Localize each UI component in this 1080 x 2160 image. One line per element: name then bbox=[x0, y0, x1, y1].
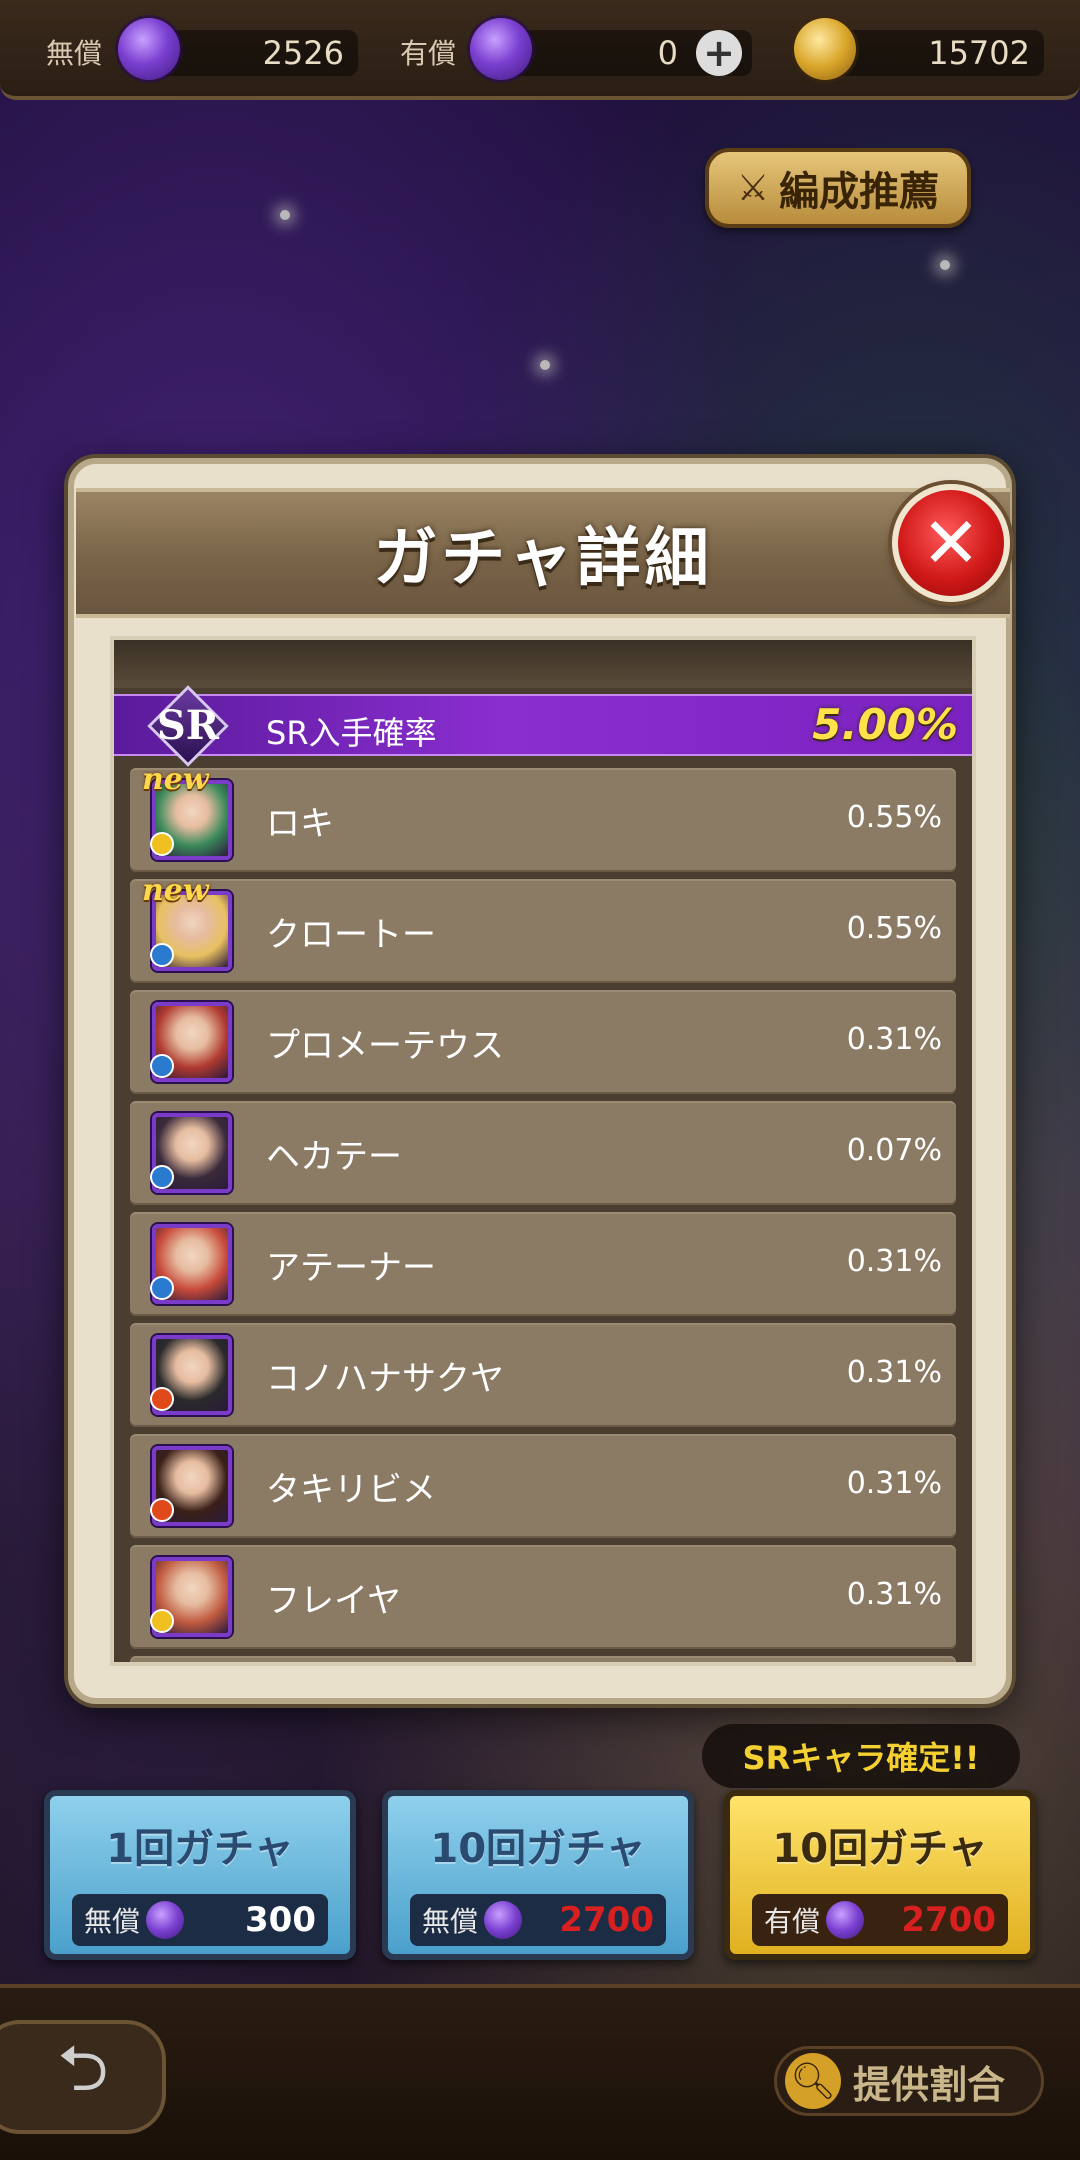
add-gem-plus-icon[interactable]: + bbox=[696, 30, 742, 76]
cost-box: 無償 300 bbox=[72, 1894, 328, 1946]
magnifier-icon: 🔍︎ bbox=[785, 2053, 841, 2109]
element-icon bbox=[150, 1498, 174, 1522]
cost-value: 2700 bbox=[559, 1900, 654, 1940]
character-rate: 0.55% bbox=[846, 800, 942, 835]
cost-value: 300 bbox=[245, 1900, 316, 1940]
character-row[interactable]: コノハナサクヤ 0.31% bbox=[130, 1323, 956, 1427]
gacha-pull-title: 1回ガチャ bbox=[106, 1826, 294, 1872]
character-row[interactable]: アテーナー 0.31% bbox=[130, 1212, 956, 1316]
close-icon: ✕ bbox=[921, 502, 981, 584]
cost-box: 無償 2700 bbox=[410, 1894, 666, 1946]
rate-list-frame[interactable]: SR SR入手確率 5.00% new ロキ 0.55% new クロートー 0.55% プ… bbox=[110, 636, 976, 1666]
gacha-detail-modal: ガチャ詳細 ✕ SR SR入手確率 5.00% new ロキ 0.55% new クロー… bbox=[68, 458, 1012, 1704]
gacha-pull-button[interactable]: 10回ガチャ無償 2700 bbox=[382, 1790, 694, 1960]
character-rate: 0.31% bbox=[846, 1022, 942, 1057]
element-icon bbox=[150, 1387, 174, 1411]
character-row[interactable]: タキリビメ 0.31% bbox=[130, 1434, 956, 1538]
gem-icon bbox=[146, 1901, 185, 1939]
character-row[interactable]: フレイヤ 0.31% bbox=[130, 1545, 956, 1649]
cost-type-label: 有償 bbox=[764, 1905, 821, 1938]
character-row[interactable]: new ロキ 0.55% bbox=[130, 762, 956, 872]
paid-gem-icon bbox=[470, 18, 532, 80]
gem-icon bbox=[826, 1901, 865, 1939]
character-rate: 0.31% bbox=[846, 1355, 942, 1390]
sr-guaranteed-badge: SRキャラ確定!! bbox=[702, 1724, 1020, 1788]
cost-type-label: 無償 bbox=[84, 1905, 141, 1938]
element-icon bbox=[150, 1054, 174, 1078]
element-icon bbox=[150, 1609, 174, 1633]
sr-rate-banner: SR SR入手確率 5.00% bbox=[114, 685, 972, 767]
rates-button-label: 提供割合 bbox=[853, 2062, 1006, 2107]
character-name: プロメーテウス bbox=[266, 1026, 504, 1066]
cost-box: 有償 2700 bbox=[752, 1894, 1008, 1946]
back-arrow-icon: ⮌ bbox=[57, 2032, 109, 2106]
formation-recommend-button[interactable]: ⚔ 編成推薦 bbox=[705, 148, 971, 228]
coin-icon bbox=[794, 18, 856, 80]
new-badge: new bbox=[142, 873, 209, 908]
formation-recommend-label: 編成推薦 bbox=[779, 169, 940, 215]
character-row[interactable]: new クロートー 0.55% bbox=[130, 873, 956, 983]
gacha-pull-title: 10回ガチャ bbox=[772, 1826, 988, 1872]
currency-bar: 無償 2526 有償 0 + 15702 bbox=[0, 0, 1080, 100]
gacha-pull-title: 10回ガチャ bbox=[430, 1826, 646, 1872]
element-icon bbox=[150, 1276, 174, 1300]
character-row[interactable]: プロメーテウス 0.31% bbox=[130, 990, 956, 1094]
crossed-swords-icon: ⚔ bbox=[736, 167, 770, 209]
sr-rate-value: 5.00% bbox=[812, 700, 958, 749]
character-row-partial[interactable] bbox=[130, 1656, 956, 1662]
sr-rate-label: SR入手確率 bbox=[266, 714, 437, 752]
character-name: ヘカテー bbox=[266, 1137, 402, 1177]
free-gem-label: 無償 bbox=[46, 37, 103, 70]
character-name: タキリビメ bbox=[266, 1470, 436, 1510]
character-rate: 0.55% bbox=[846, 911, 942, 946]
modal-header: ガチャ詳細 bbox=[76, 488, 1010, 618]
gacha-pull-button[interactable]: 1回ガチャ無償 300 bbox=[44, 1790, 356, 1960]
gacha-pull-button[interactable]: 10回ガチャ有償 2700 bbox=[724, 1790, 1036, 1960]
character-name: ロキ bbox=[266, 804, 334, 844]
character-rate: 0.31% bbox=[846, 1577, 942, 1612]
new-badge: new bbox=[142, 762, 209, 797]
cost-type-label: 無償 bbox=[422, 1905, 479, 1938]
sr-emblem-text: SR bbox=[156, 702, 220, 749]
modal-title: ガチャ詳細 bbox=[373, 522, 713, 596]
character-row[interactable]: ヘカテー 0.07% bbox=[130, 1101, 956, 1205]
gem-icon bbox=[484, 1901, 523, 1939]
back-button[interactable]: ⮌ bbox=[0, 2020, 166, 2134]
rates-button[interactable]: 🔍︎ 提供割合 bbox=[774, 2046, 1044, 2116]
close-button[interactable]: ✕ bbox=[892, 484, 1010, 602]
character-rate: 0.31% bbox=[846, 1244, 942, 1279]
element-icon bbox=[150, 832, 174, 856]
paid-gem-label: 有償 bbox=[400, 37, 457, 70]
character-name: クロートー bbox=[266, 915, 436, 955]
character-name: コノハナサクヤ bbox=[266, 1359, 504, 1399]
character-name: アテーナー bbox=[266, 1248, 436, 1288]
character-rate: 0.31% bbox=[846, 1466, 942, 1501]
character-name: フレイヤ bbox=[266, 1581, 401, 1621]
element-icon bbox=[150, 1165, 174, 1189]
character-list: new ロキ 0.55% new クロートー 0.55% プロメーテウス 0.31% ヘカテー 0… bbox=[130, 762, 956, 1662]
list-frame-shadow bbox=[114, 640, 972, 688]
free-gem-icon bbox=[118, 18, 180, 80]
character-rate: 0.07% bbox=[846, 1133, 942, 1168]
bottom-bar: ⮌ 🔍︎ 提供割合 bbox=[0, 1984, 1080, 2160]
element-icon bbox=[150, 943, 174, 967]
cost-value: 2700 bbox=[901, 1900, 996, 1940]
